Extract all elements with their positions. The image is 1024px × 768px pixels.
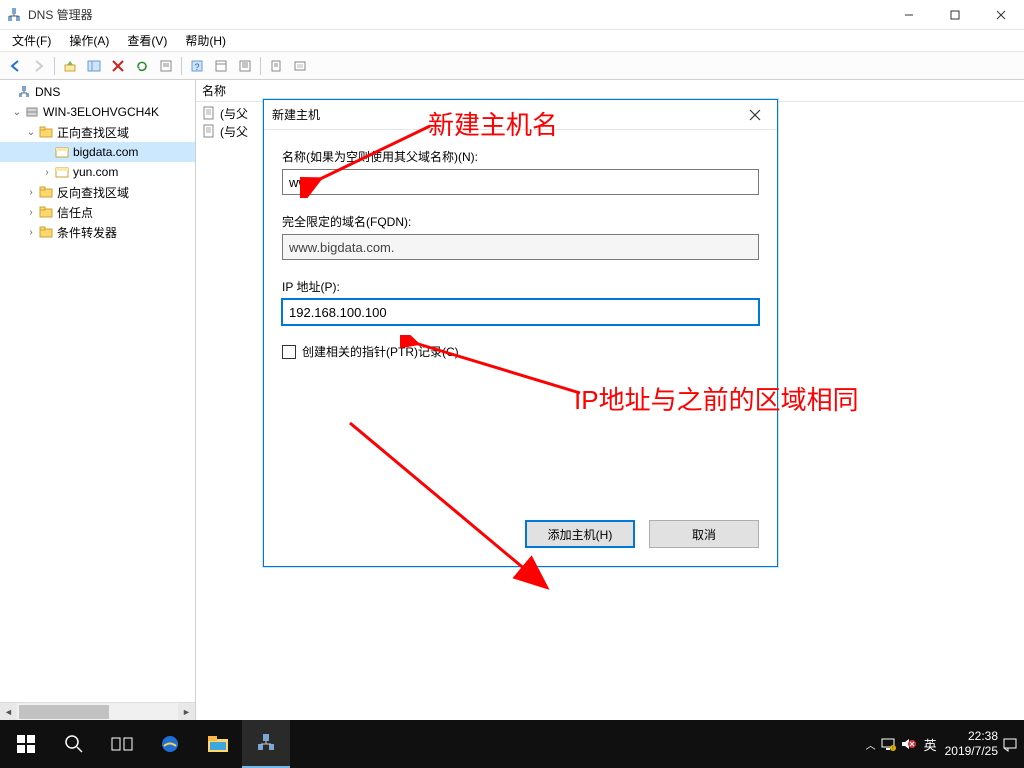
dialog-titlebar[interactable]: 新建主机 [264,100,777,130]
tree-label: WIN-3ELOHVGCH4K [43,105,159,119]
new-record-button[interactable] [265,55,287,77]
tree-root-dns[interactable]: DNS [0,82,195,102]
menu-view[interactable]: 查看(V) [119,30,175,51]
list-item-label: (与父 [220,105,248,122]
tree-label: yun.com [73,165,118,179]
menu-file[interactable]: 文件(F) [4,30,59,51]
new-host-dialog: 新建主机 名称(如果为空则使用其父域名称)(N): 完全限定的域名(FQDN):… [263,99,778,567]
dialog-title: 新建主机 [272,106,741,123]
zone-icon [54,144,70,160]
zone-icon [54,164,70,180]
tree-label: 反向查找区域 [57,184,129,201]
show-hide-tree-button[interactable] [83,55,105,77]
expander-icon[interactable]: › [24,187,38,198]
tree-conditional-forwarders[interactable]: › 条件转发器 [0,222,195,242]
col-name-header[interactable]: 名称 [202,82,226,99]
dns-app-icon [6,7,22,23]
back-button[interactable] [4,55,26,77]
expander-icon[interactable]: ⌄ [10,107,24,118]
tree-trust-points[interactable]: › 信任点 [0,202,195,222]
tree-forward-zones[interactable]: ⌄ 正向查找区域 [0,122,195,142]
tree-label: 条件转发器 [57,224,117,241]
ptr-checkbox[interactable] [282,345,296,359]
folder-icon [38,184,54,200]
taskbar[interactable]: ︿ ! 英 22:38 2019/7/25 [0,720,1024,768]
tray-chevron-icon[interactable]: ︿ [866,737,876,752]
ime-indicator[interactable]: 英 [920,735,941,754]
titlebar: DNS 管理器 [0,0,1024,30]
expander-icon[interactable]: › [24,207,38,218]
name-input[interactable] [282,169,759,195]
export-button[interactable] [155,55,177,77]
tree-pane[interactable]: DNS ⌄ WIN-3ELOHVGCH4K ⌄ 正向查找区域 bigdata.c… [0,80,196,720]
minimize-button[interactable] [886,0,932,30]
menubar: 文件(F) 操作(A) 查看(V) 帮助(H) [0,30,1024,52]
network-icon[interactable]: ! [880,736,896,752]
ptr-checkbox-row[interactable]: 创建相关的指针(PTR)记录(C) [282,343,759,360]
ie-icon[interactable] [146,720,194,768]
up-button[interactable] [59,55,81,77]
explorer-icon[interactable] [194,720,242,768]
new-zone-button[interactable] [289,55,311,77]
volume-icon[interactable] [900,736,916,752]
delete-button[interactable] [107,55,129,77]
cancel-button[interactable]: 取消 [649,520,759,548]
folder-icon [38,124,54,140]
menu-action[interactable]: 操作(A) [61,30,117,51]
clock-time: 22:38 [945,729,998,744]
tree-label: bigdata.com [73,145,138,159]
search-button[interactable] [50,720,98,768]
svg-text:?: ? [194,62,199,72]
ip-input[interactable] [282,299,759,325]
dialog-close-button[interactable] [741,104,769,126]
folder-icon [38,224,54,240]
tree-label: 正向查找区域 [57,124,129,141]
notification-icon[interactable] [1002,736,1018,752]
server-icon [24,104,40,120]
svg-text:!: ! [892,746,893,752]
name-label: 名称(如果为空则使用其父域名称)(N): [282,148,759,165]
scroll-left-button[interactable]: ◄ [0,703,17,720]
tree-label: DNS [35,85,60,99]
filter-button[interactable] [234,55,256,77]
expander-icon[interactable]: ⌄ [24,127,38,138]
dns-manager-taskbar-icon[interactable] [242,720,290,768]
dns-icon [16,84,32,100]
tree-zone-yun[interactable]: › yun.com [0,162,195,182]
menu-help[interactable]: 帮助(H) [177,30,234,51]
scroll-thumb[interactable] [19,705,109,719]
window-title: DNS 管理器 [28,6,886,23]
toolbar: ? [0,52,1024,80]
record-icon [202,124,216,138]
close-button[interactable] [978,0,1024,30]
tree-server[interactable]: ⌄ WIN-3ELOHVGCH4K [0,102,195,122]
fqdn-input [282,234,759,260]
expander-icon[interactable]: › [40,167,54,178]
ip-label: IP 地址(P): [282,278,759,295]
fqdn-label: 完全限定的域名(FQDN): [282,213,759,230]
list-item-label: (与父 [220,123,248,140]
tree-horizontal-scrollbar[interactable]: ◄ ► [0,702,195,720]
record-icon [202,106,216,120]
help-button[interactable]: ? [186,55,208,77]
tree-reverse-zones[interactable]: › 反向查找区域 [0,182,195,202]
forward-button[interactable] [28,55,50,77]
expander-icon[interactable]: › [24,227,38,238]
add-host-button[interactable]: 添加主机(H) [525,520,635,548]
scroll-right-button[interactable]: ► [178,703,195,720]
tree-zone-bigdata[interactable]: bigdata.com [0,142,195,162]
maximize-button[interactable] [932,0,978,30]
folder-icon [38,204,54,220]
clock-date: 2019/7/25 [945,744,998,759]
ptr-label: 创建相关的指针(PTR)记录(C) [302,343,459,360]
properties-button[interactable] [210,55,232,77]
refresh-button[interactable] [131,55,153,77]
task-view-button[interactable] [98,720,146,768]
clock[interactable]: 22:38 2019/7/25 [945,729,998,759]
start-button[interactable] [2,720,50,768]
tree-label: 信任点 [57,204,93,221]
